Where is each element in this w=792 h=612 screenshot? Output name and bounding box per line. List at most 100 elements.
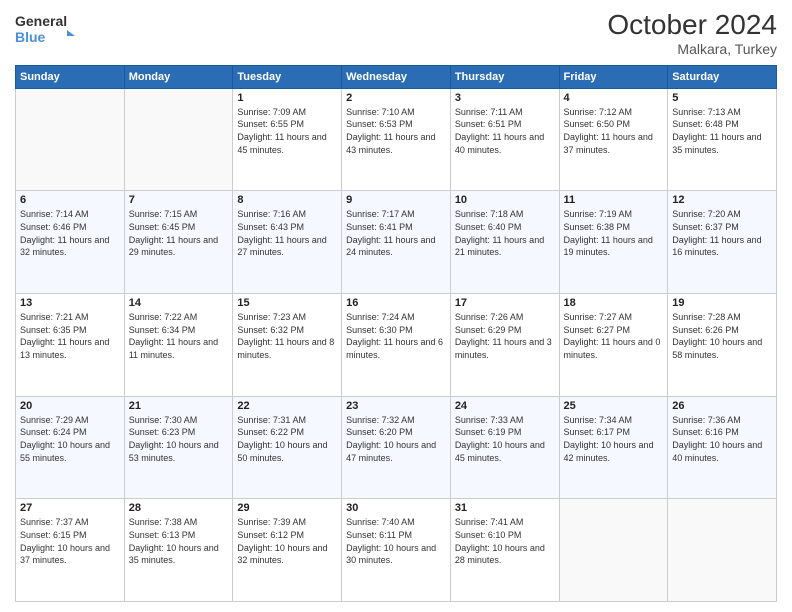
day-info: Sunrise: 7:36 AM Sunset: 6:16 PM Dayligh… [672, 414, 772, 464]
day-info: Sunrise: 7:41 AM Sunset: 6:10 PM Dayligh… [455, 516, 555, 566]
day-info: Sunrise: 7:11 AM Sunset: 6:51 PM Dayligh… [455, 106, 555, 156]
table-row [668, 499, 777, 602]
day-info: Sunrise: 7:15 AM Sunset: 6:45 PM Dayligh… [129, 208, 229, 258]
table-row: 30 Sunrise: 7:40 AM Sunset: 6:11 PM Dayli… [342, 499, 451, 602]
day-info: Sunrise: 7:21 AM Sunset: 6:35 PM Dayligh… [20, 311, 120, 361]
day-info: Sunrise: 7:23 AM Sunset: 6:32 PM Dayligh… [237, 311, 337, 361]
day-info: Sunrise: 7:22 AM Sunset: 6:34 PM Dayligh… [129, 311, 229, 361]
day-number: 13 [20, 297, 120, 309]
day-info: Sunrise: 7:09 AM Sunset: 6:55 PM Dayligh… [237, 106, 337, 156]
table-row [559, 499, 668, 602]
calendar-table: Sunday Monday Tuesday Wednesday Thursday… [15, 65, 777, 602]
day-number: 20 [20, 400, 120, 412]
day-info: Sunrise: 7:28 AM Sunset: 6:26 PM Dayligh… [672, 311, 772, 361]
day-number: 23 [346, 400, 446, 412]
table-row: 31 Sunrise: 7:41 AM Sunset: 6:10 PM Dayli… [450, 499, 559, 602]
table-row: 14Sunrise: 7:22 AM Sunset: 6:34 PM Dayli… [124, 294, 233, 397]
table-row: 5Sunrise: 7:13 AM Sunset: 6:48 PM Daylig… [668, 88, 777, 191]
day-info: Sunrise: 7:32 AM Sunset: 6:20 PM Dayligh… [346, 414, 446, 464]
table-row: 12Sunrise: 7:20 AM Sunset: 6:37 PM Dayli… [668, 191, 777, 294]
day-info: Sunrise: 7:30 AM Sunset: 6:23 PM Dayligh… [129, 414, 229, 464]
calendar-week-1: 1 Sunrise: 7:09 AM Sunset: 6:55 PM Daylig… [16, 88, 777, 191]
page: GeneralBlue October 2024 Malkara, Turkey… [0, 0, 792, 612]
day-number: 24 [455, 400, 555, 412]
col-thursday: Thursday [450, 65, 559, 88]
table-row: 26 Sunrise: 7:36 AM Sunset: 6:16 PM Dayli… [668, 396, 777, 499]
day-number: 26 [672, 400, 772, 412]
table-row: 23 Sunrise: 7:32 AM Sunset: 6:20 PM Dayli… [342, 396, 451, 499]
table-row: 15 Sunrise: 7:23 AM Sunset: 6:32 PM Dayli… [233, 294, 342, 397]
day-number: 22 [237, 400, 337, 412]
table-row: 19 Sunrise: 7:28 AM Sunset: 6:26 PM Dayli… [668, 294, 777, 397]
table-row: 27 Sunrise: 7:37 AM Sunset: 6:15 PM Dayli… [16, 499, 125, 602]
day-info: Sunrise: 7:27 AM Sunset: 6:27 PM Dayligh… [564, 311, 664, 361]
day-info: Sunrise: 7:12 AM Sunset: 6:50 PM Dayligh… [564, 106, 664, 156]
header: GeneralBlue October 2024 Malkara, Turkey [15, 10, 777, 57]
day-info: Sunrise: 7:38 AM Sunset: 6:13 PM Dayligh… [129, 516, 229, 566]
day-number: 27 [20, 502, 120, 514]
col-sunday: Sunday [16, 65, 125, 88]
day-number: 10 [455, 194, 555, 206]
day-info: Sunrise: 7:19 AM Sunset: 6:38 PM Dayligh… [564, 208, 664, 258]
calendar-week-2: 6 Sunrise: 7:14 AM Sunset: 6:46 PM Daylig… [16, 191, 777, 294]
table-row: 21Sunrise: 7:30 AM Sunset: 6:23 PM Dayli… [124, 396, 233, 499]
day-number: 11 [564, 194, 664, 206]
col-wednesday: Wednesday [342, 65, 451, 88]
table-row: 1 Sunrise: 7:09 AM Sunset: 6:55 PM Daylig… [233, 88, 342, 191]
table-row: 25Sunrise: 7:34 AM Sunset: 6:17 PM Dayli… [559, 396, 668, 499]
calendar-week-3: 13 Sunrise: 7:21 AM Sunset: 6:35 PM Dayli… [16, 294, 777, 397]
table-row: 13 Sunrise: 7:21 AM Sunset: 6:35 PM Dayli… [16, 294, 125, 397]
day-info: Sunrise: 7:24 AM Sunset: 6:30 PM Dayligh… [346, 311, 446, 361]
calendar-week-4: 20 Sunrise: 7:29 AM Sunset: 6:24 PM Dayli… [16, 396, 777, 499]
day-number: 1 [237, 92, 337, 104]
table-row: 7 Sunrise: 7:15 AM Sunset: 6:45 PM Daylig… [124, 191, 233, 294]
day-number: 19 [672, 297, 772, 309]
day-number: 12 [672, 194, 772, 206]
table-row: 24 Sunrise: 7:33 AM Sunset: 6:19 PM Dayli… [450, 396, 559, 499]
day-info: Sunrise: 7:39 AM Sunset: 6:12 PM Dayligh… [237, 516, 337, 566]
table-row: 4 Sunrise: 7:12 AM Sunset: 6:50 PM Daylig… [559, 88, 668, 191]
table-row: 11 Sunrise: 7:19 AM Sunset: 6:38 PM Dayli… [559, 191, 668, 294]
day-info: Sunrise: 7:37 AM Sunset: 6:15 PM Dayligh… [20, 516, 120, 566]
table-row: 10 Sunrise: 7:18 AM Sunset: 6:40 PM Dayli… [450, 191, 559, 294]
logo-svg: GeneralBlue [15, 10, 85, 48]
day-number: 2 [346, 92, 446, 104]
table-row: 18 Sunrise: 7:27 AM Sunset: 6:27 PM Dayli… [559, 294, 668, 397]
table-row: 20 Sunrise: 7:29 AM Sunset: 6:24 PM Dayli… [16, 396, 125, 499]
table-row: 22 Sunrise: 7:31 AM Sunset: 6:22 PM Dayli… [233, 396, 342, 499]
day-info: Sunrise: 7:40 AM Sunset: 6:11 PM Dayligh… [346, 516, 446, 566]
day-info: Sunrise: 7:14 AM Sunset: 6:46 PM Dayligh… [20, 208, 120, 258]
day-info: Sunrise: 7:17 AM Sunset: 6:41 PM Dayligh… [346, 208, 446, 258]
day-info: Sunrise: 7:34 AM Sunset: 6:17 PM Dayligh… [564, 414, 664, 464]
day-number: 30 [346, 502, 446, 514]
day-number: 7 [129, 194, 229, 206]
calendar-header-row: Sunday Monday Tuesday Wednesday Thursday… [16, 65, 777, 88]
col-friday: Friday [559, 65, 668, 88]
table-row: 17Sunrise: 7:26 AM Sunset: 6:29 PM Dayli… [450, 294, 559, 397]
title-block: October 2024 Malkara, Turkey [607, 10, 777, 57]
month-title: October 2024 [607, 10, 777, 41]
table-row: 28Sunrise: 7:38 AM Sunset: 6:13 PM Dayli… [124, 499, 233, 602]
day-info: Sunrise: 7:31 AM Sunset: 6:22 PM Dayligh… [237, 414, 337, 464]
day-number: 6 [20, 194, 120, 206]
logo: GeneralBlue [15, 10, 85, 48]
day-number: 8 [237, 194, 337, 206]
day-number: 18 [564, 297, 664, 309]
table-row: 8 Sunrise: 7:16 AM Sunset: 6:43 PM Daylig… [233, 191, 342, 294]
day-number: 9 [346, 194, 446, 206]
day-info: Sunrise: 7:33 AM Sunset: 6:19 PM Dayligh… [455, 414, 555, 464]
day-number: 15 [237, 297, 337, 309]
table-row: 3Sunrise: 7:11 AM Sunset: 6:51 PM Daylig… [450, 88, 559, 191]
day-number: 31 [455, 502, 555, 514]
svg-text:General: General [15, 13, 67, 29]
day-info: Sunrise: 7:16 AM Sunset: 6:43 PM Dayligh… [237, 208, 337, 258]
table-row [124, 88, 233, 191]
day-number: 16 [346, 297, 446, 309]
day-number: 4 [564, 92, 664, 104]
table-row: 2Sunrise: 7:10 AM Sunset: 6:53 PM Daylig… [342, 88, 451, 191]
day-info: Sunrise: 7:18 AM Sunset: 6:40 PM Dayligh… [455, 208, 555, 258]
calendar-week-5: 27 Sunrise: 7:37 AM Sunset: 6:15 PM Dayli… [16, 499, 777, 602]
day-number: 17 [455, 297, 555, 309]
day-info: Sunrise: 7:29 AM Sunset: 6:24 PM Dayligh… [20, 414, 120, 464]
table-row: 9 Sunrise: 7:17 AM Sunset: 6:41 PM Daylig… [342, 191, 451, 294]
